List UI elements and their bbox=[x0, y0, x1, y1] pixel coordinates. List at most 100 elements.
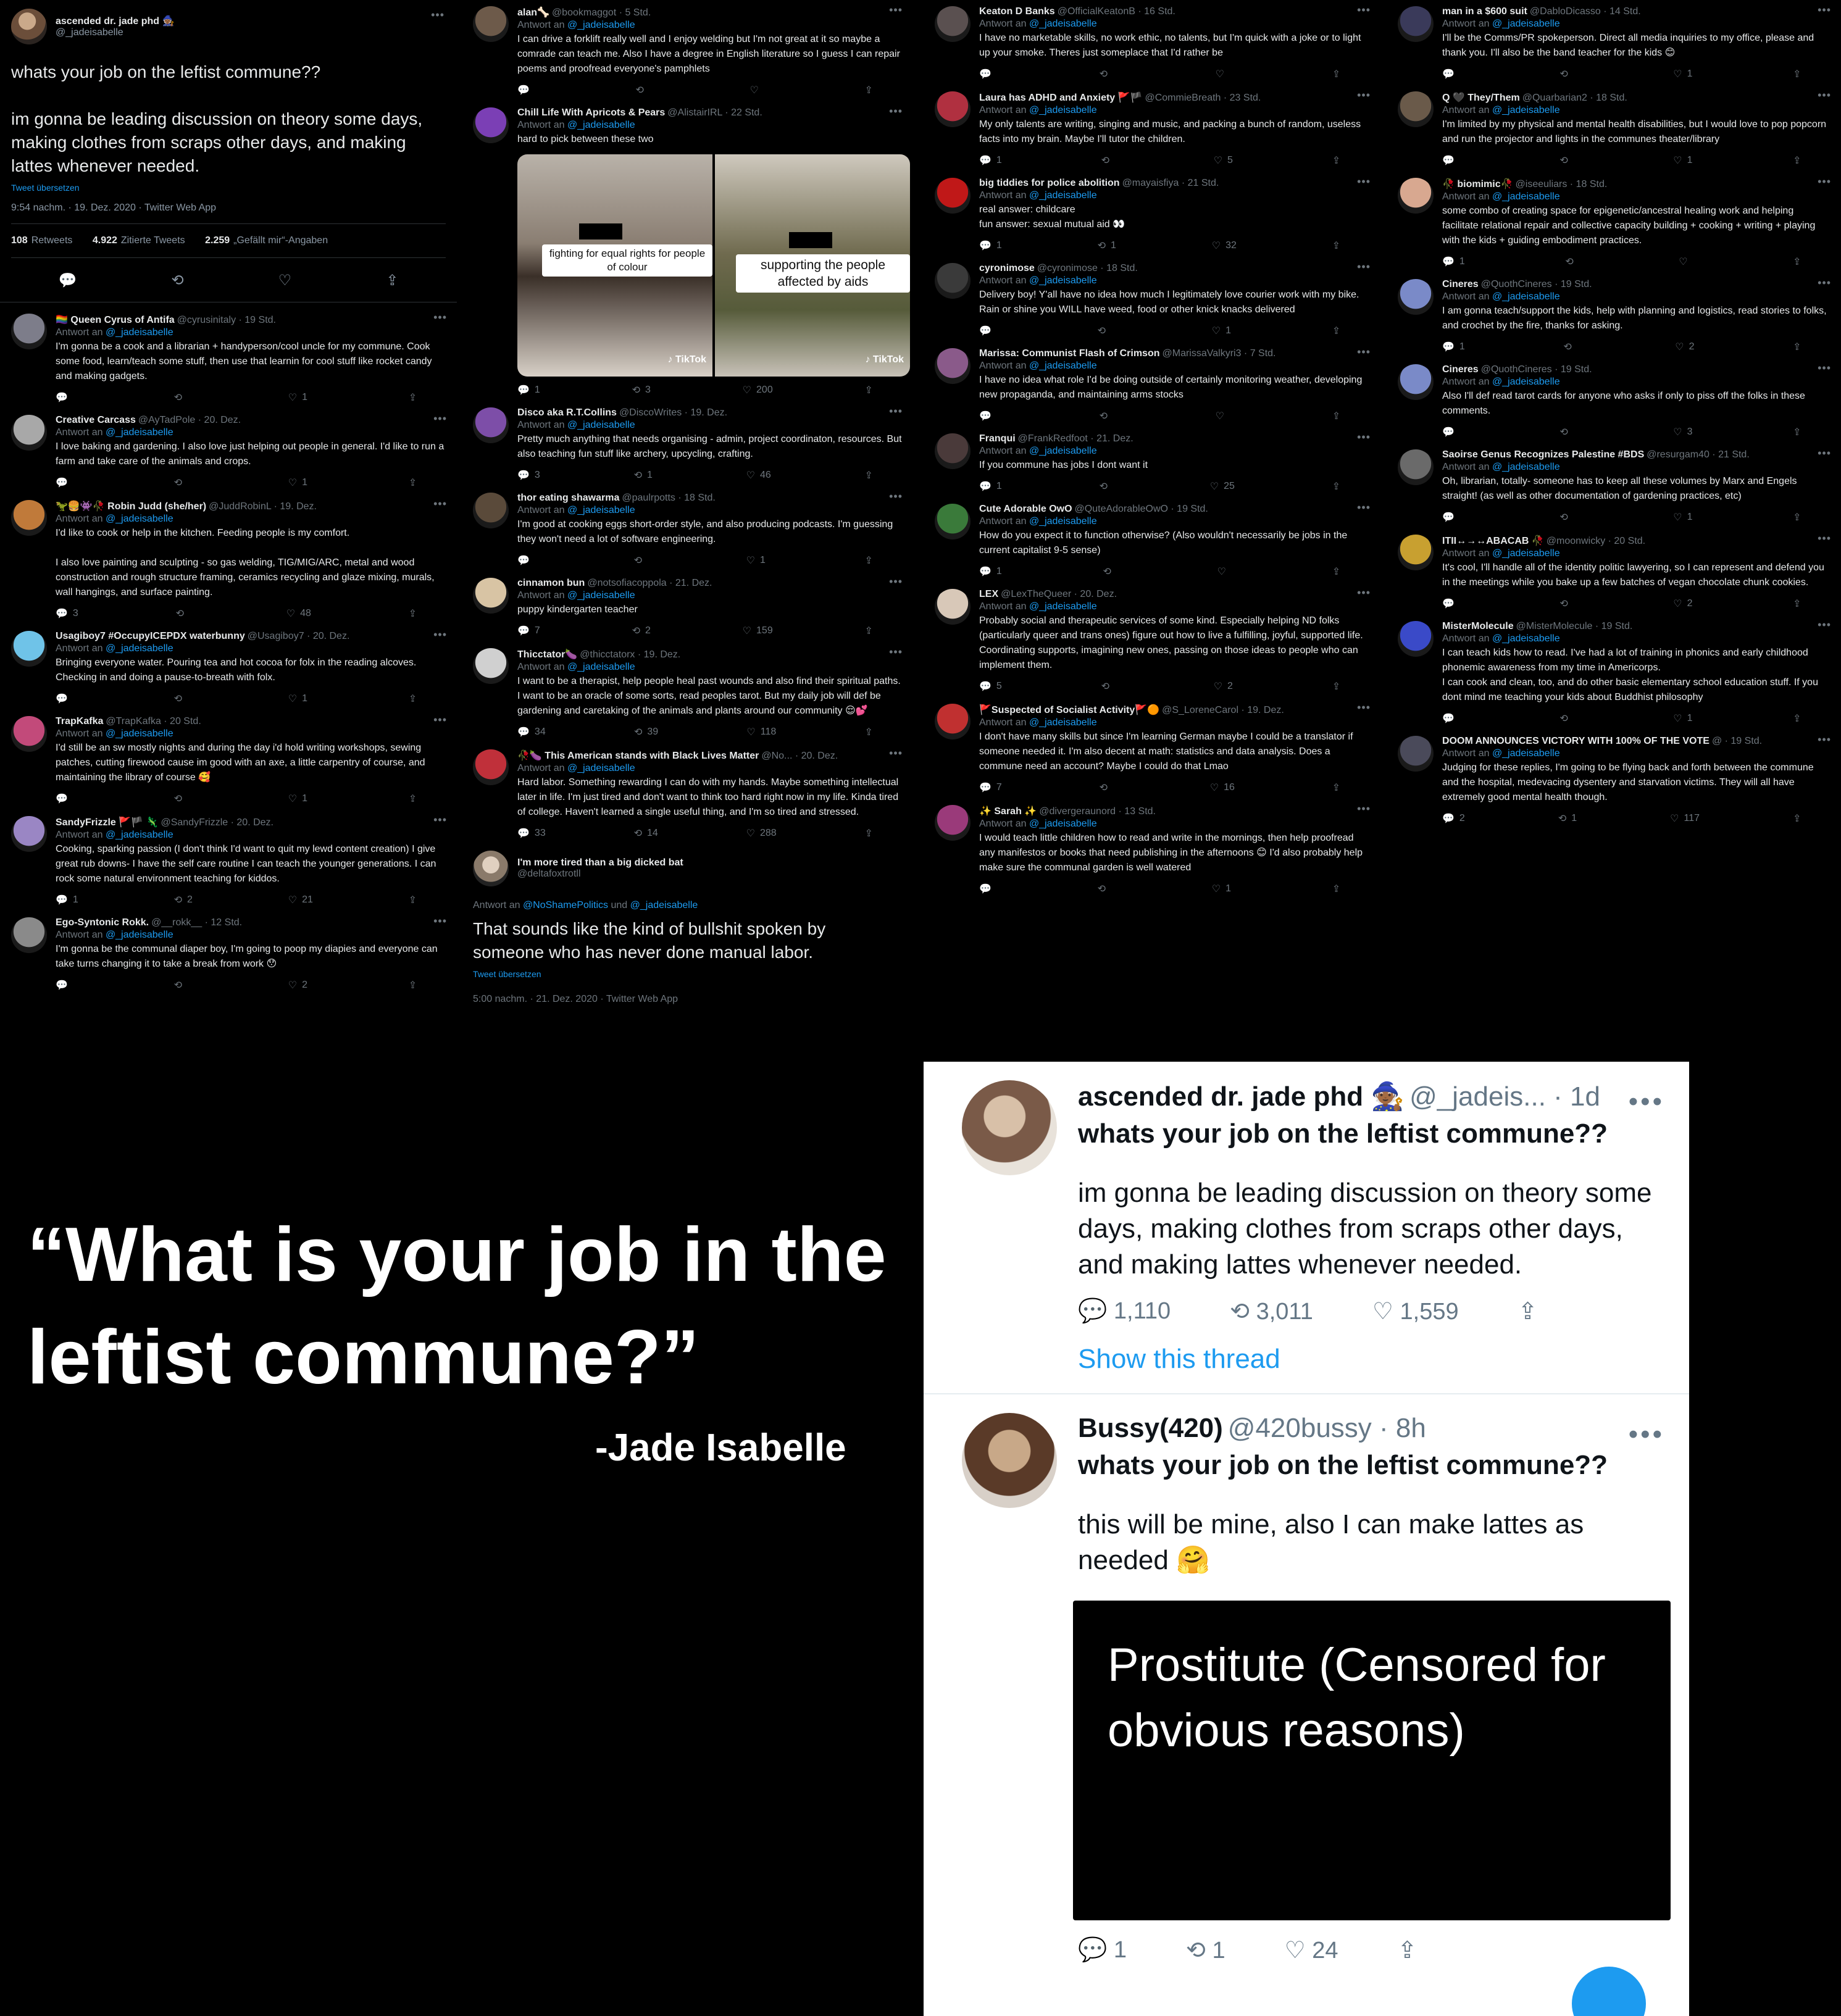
retweet-button[interactable]: ⟲ bbox=[1563, 341, 1576, 353]
author-handle[interactable]: @resurgam40 · 21 Std. bbox=[1647, 449, 1750, 460]
avatar[interactable] bbox=[935, 178, 971, 214]
mention-link[interactable]: @_jadeisabelle bbox=[1492, 748, 1560, 759]
like-button[interactable]: ♡ 1 bbox=[746, 554, 766, 567]
avatar[interactable] bbox=[1398, 279, 1434, 315]
mention-link[interactable]: @_jadeisabelle bbox=[106, 327, 173, 338]
share-icon[interactable]: ⇪ bbox=[1793, 341, 1801, 353]
author-name[interactable]: ascended dr. jade phd 🧙🏾 bbox=[56, 15, 174, 27]
avatar[interactable] bbox=[935, 704, 971, 739]
share-icon[interactable]: ⇪ bbox=[1518, 1297, 1538, 1325]
author-name[interactable]: man in a $600 suit bbox=[1442, 6, 1527, 17]
more-options-icon[interactable]: ••• bbox=[1357, 701, 1371, 714]
mention-link[interactable]: @_jadeisabelle bbox=[106, 728, 173, 739]
reply-button[interactable]: 💬 7 bbox=[979, 781, 1002, 794]
mention-link[interactable]: @_jadeisabelle bbox=[567, 590, 635, 601]
retweet-button[interactable]: ⟲ 3 bbox=[632, 384, 651, 396]
reply-tweet[interactable]: 🦖🍔👾🥀 Robin Judd (she/her) @JuddRobinL · 1… bbox=[0, 494, 457, 625]
mention-link[interactable]: @_jadeisabelle bbox=[1029, 275, 1097, 286]
like-button[interactable]: ♡ 21 bbox=[288, 894, 313, 906]
share-icon[interactable]: ⇪ bbox=[386, 272, 398, 289]
share-icon[interactable]: ⇪ bbox=[1332, 883, 1340, 895]
retweet-button[interactable]: ⟲ bbox=[1100, 781, 1113, 794]
author-name[interactable]: ΙΤΙΙ↔→↔ABACAB 🥀 bbox=[1442, 536, 1544, 546]
share-icon[interactable]: ⇪ bbox=[865, 827, 873, 839]
like-button[interactable]: ♡ 32 bbox=[1212, 240, 1237, 252]
like-button[interactable]: ♡ 1 bbox=[1673, 154, 1692, 167]
author-handle[interactable]: @_jadeisabelle bbox=[56, 27, 174, 38]
mention-link[interactable]: @_jadeisabelle bbox=[106, 643, 173, 654]
author-name[interactable]: Ego-Syntonic Rokk. bbox=[56, 917, 149, 928]
reply-tweet[interactable]: 🥀🍆 This American stands with Black Lives… bbox=[462, 743, 912, 844]
reply-button[interactable]: 💬 7 bbox=[517, 625, 540, 637]
author-handle[interactable]: @notsofiacoppola · 21. Dez. bbox=[587, 578, 712, 588]
reply-button[interactable]: 💬 bbox=[979, 410, 996, 422]
share-icon[interactable]: ⇪ bbox=[409, 477, 417, 489]
reply-tweet[interactable]: ✨ Sarah ✨ @divergeraunord · 13 Std. Antwor… bbox=[924, 799, 1380, 900]
more-options-icon[interactable]: ••• bbox=[1818, 4, 1831, 17]
mention-link[interactable]: @_jadeisabelle bbox=[1029, 818, 1097, 829]
author-handle[interactable]: @JuddRobinL · 19. Dez. bbox=[209, 501, 317, 512]
share-icon[interactable]: ⇪ bbox=[1332, 680, 1340, 693]
more-options-icon[interactable]: ••• bbox=[889, 405, 903, 418]
author-name[interactable]: cinnamon bun bbox=[517, 578, 585, 588]
retweet-button[interactable]: ⟲ bbox=[1101, 154, 1114, 167]
more-options-icon[interactable]: ••• bbox=[1818, 532, 1831, 545]
more-options-icon[interactable]: ••• bbox=[433, 714, 447, 727]
mention-link[interactable]: @_jadeisabelle bbox=[567, 505, 635, 515]
like-button[interactable]: ♡ 1,559 bbox=[1372, 1297, 1459, 1325]
like-button[interactable]: ♡ 46 bbox=[746, 469, 771, 481]
share-icon[interactable]: ⇪ bbox=[1793, 426, 1801, 438]
reply-tweet[interactable]: Thicctator🍆 @thicctatorx · 19. Dez. Antwor… bbox=[462, 642, 912, 743]
avatar[interactable] bbox=[935, 504, 971, 539]
reply-tweet[interactable]: SandyFrizzle 🚩🏴 🦎 @SandyFrizzle · 20. Dez… bbox=[0, 810, 457, 911]
reply-tweet[interactable]: DOOM ANNOUNCES VICTORY WITH 100% OF THE … bbox=[1387, 730, 1841, 830]
share-icon[interactable]: ⇪ bbox=[409, 391, 417, 404]
mention-link[interactable]: @_jadeisabelle bbox=[1492, 462, 1560, 472]
share-icon[interactable]: ⇪ bbox=[409, 793, 417, 805]
share-icon[interactable]: ⇪ bbox=[409, 607, 417, 620]
avatar[interactable] bbox=[935, 263, 971, 299]
avatar[interactable] bbox=[1398, 178, 1434, 214]
avatar[interactable] bbox=[473, 648, 509, 684]
like-button[interactable]: ♡ 24 bbox=[1285, 1936, 1338, 1964]
author-handle[interactable]: @AyTadPole · 20. Dez. bbox=[138, 415, 241, 425]
avatar[interactable] bbox=[11, 716, 47, 752]
reply-tweet[interactable]: Franqui @FrankRedfoot · 21. Dez. Antwort a… bbox=[924, 427, 1380, 498]
author-name[interactable]: I'm more tired than a big dicked bat bbox=[517, 857, 683, 868]
reply-tweet[interactable]: cyronimose @cyronimose · 18 Std. Antwort a… bbox=[924, 257, 1380, 342]
reply-tweet[interactable]: Usagiboy7 #OccupyICEPDX waterbunny @Usagi… bbox=[0, 625, 457, 710]
mention-link[interactable]: @_jadeisabelle bbox=[1029, 19, 1097, 29]
like-button[interactable]: ♡ 1 bbox=[1673, 511, 1692, 523]
retweets-label[interactable]: Retweets bbox=[31, 235, 73, 246]
reply-tweet[interactable]: Chill Life With Apricots & Pears @Alistai… bbox=[462, 101, 912, 401]
avatar[interactable] bbox=[935, 805, 971, 841]
reply-button[interactable]: 💬 bbox=[1442, 712, 1459, 725]
retweet-button[interactable]: ⟲ 1 bbox=[1558, 812, 1577, 825]
mention-link[interactable]: @_jadeisabelle bbox=[567, 420, 635, 430]
avatar[interactable] bbox=[11, 917, 47, 953]
retweet-button[interactable]: ⟲ bbox=[1101, 680, 1114, 693]
author-handle[interactable]: @OfficialKeatonB · 16 Std. bbox=[1058, 6, 1175, 17]
translate-link[interactable]: Tweet übersetzen bbox=[473, 969, 901, 979]
more-options-icon[interactable]: ••• bbox=[1357, 260, 1371, 273]
more-options-icon[interactable]: ••• bbox=[433, 412, 447, 425]
reply-tweet[interactable]: Cineres @QuothCineres · 19 Std. Antwort an… bbox=[1387, 358, 1841, 443]
reply-tweet[interactable]: Saoirse Genus Recognizes Palestine #BDS @… bbox=[1387, 443, 1841, 528]
reply-button[interactable]: 💬 1 bbox=[56, 894, 78, 906]
author-handle[interactable]: @cyronimose · 18 Std. bbox=[1037, 263, 1138, 273]
reply-button[interactable]: 💬 bbox=[56, 391, 73, 404]
author-handle[interactable]: @deltafoxtrotll bbox=[517, 868, 683, 880]
reply-tweet[interactable]: MisterMolecule @MisterMolecule · 19 Std. A… bbox=[1387, 615, 1841, 730]
reply-button[interactable]: 💬 1 bbox=[979, 480, 1002, 493]
more-options-icon[interactable]: ••• bbox=[433, 814, 447, 827]
retweet-button[interactable]: ⟲ bbox=[1559, 712, 1572, 725]
retweet-button[interactable]: ⟲ bbox=[1559, 68, 1572, 80]
like-button[interactable]: ♡ 5 bbox=[1214, 154, 1233, 167]
mention-link[interactable]: @_jadeisabelle bbox=[1492, 633, 1560, 644]
author-handle[interactable]: @MarissaValkyri3 · 7 Std. bbox=[1163, 348, 1276, 359]
author-handle[interactable]: @SandyFrizzle · 20. Dez. bbox=[161, 817, 273, 828]
share-icon[interactable]: ⇪ bbox=[1793, 812, 1801, 825]
reply-button[interactable]: 💬 bbox=[1442, 598, 1459, 610]
retweet-button[interactable]: ⟲ bbox=[1100, 480, 1113, 493]
share-icon[interactable]: ⇪ bbox=[1332, 480, 1340, 493]
